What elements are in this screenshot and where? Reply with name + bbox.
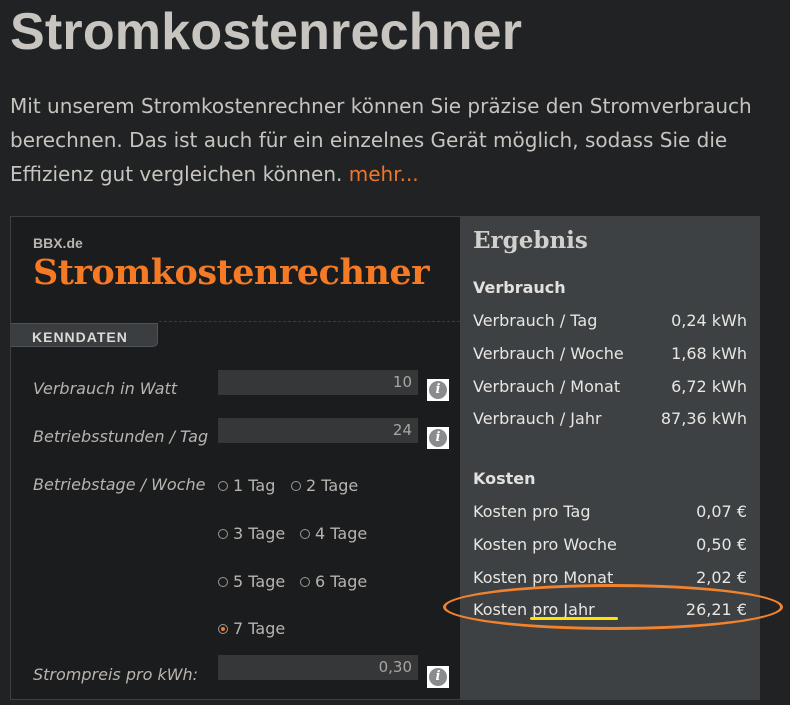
brand-title: Stromkostenrechner [33, 252, 430, 293]
result-row: Verbrauch / Tag 0,24 kWh [473, 311, 747, 330]
radio-label: 5 Tage [233, 572, 286, 591]
radio-dot[interactable] [300, 528, 310, 539]
radio-dot[interactable] [218, 480, 228, 491]
watt-label: Verbrauch in Watt [33, 379, 178, 398]
radio-7-tage[interactable]: 7 Tage [218, 619, 285, 638]
radio-4-tage[interactable]: 4 Tage [300, 524, 367, 543]
highlight-oval-annotation [443, 584, 783, 630]
radio-label: 2 Tage [306, 476, 359, 495]
consumption-heading: Verbrauch [473, 278, 566, 297]
result-label: Verbrauch / Woche [473, 344, 624, 363]
radio-dot[interactable] [291, 480, 301, 491]
result-label: Verbrauch / Jahr [473, 409, 602, 428]
radio-dot-selected[interactable] [218, 623, 228, 634]
page-title: Stromkostenrechner [10, 3, 523, 61]
radio-2-tage[interactable]: 2 Tage [291, 476, 358, 495]
result-value: 0,24 kWh [671, 311, 747, 330]
hours-label: Betriebsstunden / Tag [33, 427, 209, 446]
radio-label: 4 Tage [315, 524, 368, 543]
highlight-underline-annotation [530, 617, 618, 620]
result-label: Verbrauch / Monat [473, 377, 621, 396]
section-tab-kenndaten: KENNDATEN [11, 323, 158, 347]
radio-3-tage[interactable]: 3 Tage [218, 524, 285, 543]
cost-heading: Kosten [473, 469, 536, 488]
radio-label: 6 Tage [315, 572, 368, 591]
radio-5-tage[interactable]: 5 Tage [218, 572, 285, 591]
radio-label: 3 Tage [233, 524, 286, 543]
result-value: 0,07 € [696, 502, 747, 521]
days-label: Betriebstage / Woche [33, 475, 206, 494]
radio-dot[interactable] [300, 576, 310, 587]
result-row: Verbrauch / Monat 6,72 kWh [473, 377, 747, 396]
result-label: Kosten pro Tag [473, 502, 591, 521]
result-value: 2,02 € [696, 568, 747, 587]
brand-small: BBX.de [33, 235, 83, 251]
dashed-divider [159, 321, 460, 322]
radio-label: 1 Tag [233, 476, 276, 495]
radio-dot[interactable] [218, 528, 228, 539]
more-link[interactable]: mehr... [349, 162, 419, 186]
radio-1-tag[interactable]: 1 Tag [218, 476, 275, 495]
calculator-input-panel: BBX.de Stromkostenrechner KENNDATEN Verb… [11, 217, 460, 699]
intro-text: Mit unserem Stromkostenrechner können Si… [10, 89, 785, 191]
result-label: Kosten pro Woche [473, 535, 617, 554]
info-icon: i [429, 429, 447, 447]
watt-info-button[interactable]: i [427, 379, 449, 401]
radio-dot[interactable] [218, 576, 228, 587]
result-row: Kosten pro Tag 0,07 € [473, 502, 747, 521]
radio-label: 7 Tage [233, 619, 286, 638]
hours-input[interactable] [218, 418, 418, 443]
result-label: Verbrauch / Tag [473, 311, 598, 330]
hours-info-button[interactable]: i [427, 427, 449, 449]
price-input[interactable] [218, 655, 418, 680]
result-value: 87,36 kWh [660, 409, 747, 428]
result-row: Verbrauch / Woche 1,68 kWh [473, 344, 747, 363]
radio-6-tage[interactable]: 6 Tage [300, 572, 367, 591]
watt-input[interactable] [218, 370, 418, 395]
results-title: Ergebnis [473, 227, 588, 254]
result-row: Kosten pro Woche 0,50 € [473, 535, 747, 554]
result-value: 6,72 kWh [671, 377, 747, 396]
price-info-button[interactable]: i [427, 666, 449, 688]
result-value: 1,68 kWh [671, 344, 747, 363]
result-row: Verbrauch / Jahr 87,36 kWh [473, 409, 747, 428]
info-icon: i [429, 381, 447, 399]
price-label: Strompreis pro kWh: [33, 665, 199, 684]
info-icon: i [429, 668, 447, 686]
result-value: 0,50 € [696, 535, 747, 554]
